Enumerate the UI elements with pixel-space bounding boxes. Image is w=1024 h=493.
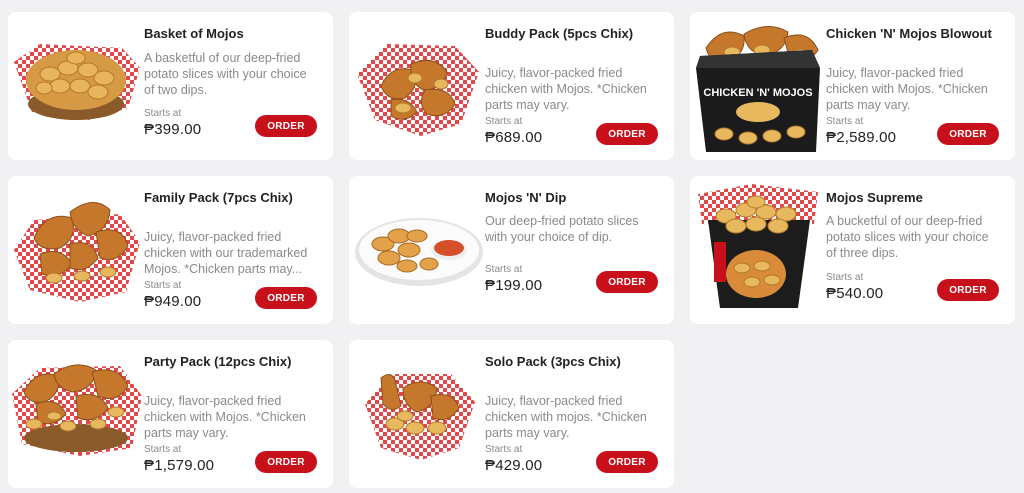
order-button[interactable]: ORDER — [255, 451, 317, 473]
product-title: Family Pack (7pcs Chix) — [144, 190, 293, 205]
product-card-mojos-supreme[interactable]: Mojos Supreme A bucketful of our deep-fr… — [690, 176, 1015, 324]
product-price: ₱2,589.00 — [826, 129, 897, 146]
starts-at-label: Starts at — [485, 264, 523, 275]
order-button[interactable]: ORDER — [937, 279, 999, 301]
order-button[interactable]: ORDER — [937, 123, 999, 145]
product-description: Juicy, flavor-packed fried chicken with … — [144, 394, 306, 440]
svg-text:CHICKEN 'N' MOJOS: CHICKEN 'N' MOJOS — [703, 87, 812, 99]
product-title: Mojos 'N' Dip — [485, 190, 567, 205]
product-price: ₱689.00 — [485, 129, 543, 146]
product-title: Mojos Supreme — [826, 190, 923, 205]
product-card-buddy-pack[interactable]: Buddy Pack (5pcs Chix) Juicy, flavor-pac… — [349, 12, 674, 160]
product-card-basket-of-mojos[interactable]: Basket of Mojos A basketful of our deep-… — [8, 12, 333, 160]
product-title: Basket of Mojos — [144, 26, 244, 41]
product-card-solo-pack[interactable]: Solo Pack (3pcs Chix) Juicy, flavor-pack… — [349, 340, 674, 488]
starts-at-label: Starts at — [826, 116, 864, 127]
product-description: Juicy, flavor-packed fried chicken with … — [485, 66, 647, 112]
chicken-basket-image[interactable] — [351, 344, 483, 484]
product-price: ₱199.00 — [485, 277, 543, 294]
product-title: Chicken 'N' Mojos Blowout — [826, 26, 992, 41]
order-button[interactable]: ORDER — [255, 115, 317, 137]
chicken-basket-image[interactable] — [351, 16, 483, 156]
starts-at-label: Starts at — [144, 280, 182, 291]
product-price: ₱399.00 — [144, 121, 202, 138]
mojos-basket-image[interactable] — [10, 16, 142, 156]
product-description: A basketful of our deep-fried potato sli… — [144, 51, 307, 97]
product-card-family-pack[interactable]: Family Pack (7pcs Chix) Juicy, flavor-pa… — [8, 176, 333, 324]
product-title: Solo Pack (3pcs Chix) — [485, 354, 621, 369]
product-description: A bucketful of our deep-fried potato sli… — [826, 214, 989, 260]
product-description: Juicy, flavor-packed fried chicken with … — [485, 394, 647, 440]
order-button[interactable]: ORDER — [596, 271, 658, 293]
order-button[interactable]: ORDER — [255, 287, 317, 309]
product-title: Buddy Pack (5pcs Chix) — [485, 26, 634, 41]
chicken-basket-image[interactable] — [10, 344, 142, 484]
starts-at-label: Starts at — [485, 444, 523, 455]
product-card-party-pack[interactable]: Party Pack (12pcs Chix) Juicy, flavor-pa… — [8, 340, 333, 488]
product-card-mojos-n-dip[interactable]: Mojos 'N' Dip Our deep-fried potato slic… — [349, 176, 674, 324]
order-button[interactable]: ORDER — [596, 451, 658, 473]
blowout-box-image[interactable]: CHICKEN 'N' MOJOS — [692, 16, 824, 156]
mojos-bucket-image[interactable] — [692, 180, 824, 320]
product-title: Party Pack (12pcs Chix) — [144, 354, 292, 369]
chicken-basket-image[interactable] — [10, 180, 142, 320]
product-price: ₱949.00 — [144, 293, 202, 310]
starts-at-label: Starts at — [144, 444, 182, 455]
mojos-plate-image[interactable] — [351, 180, 483, 320]
product-description: Juicy, flavor-packed fried chicken with … — [826, 66, 988, 112]
product-description: Juicy, flavor-packed fried chicken with … — [144, 230, 308, 276]
order-button[interactable]: ORDER — [596, 123, 658, 145]
starts-at-label: Starts at — [826, 272, 864, 283]
starts-at-label: Starts at — [144, 108, 182, 119]
product-price: ₱429.00 — [485, 457, 543, 474]
starts-at-label: Starts at — [485, 116, 523, 127]
product-card-chicken-n-mojos-blowout[interactable]: CHICKEN 'N' MOJOS Chicken 'N' Mojos Blow… — [690, 12, 1015, 160]
product-price: ₱540.00 — [826, 285, 884, 302]
product-description: Our deep-fried potato slices with your c… — [485, 214, 639, 244]
product-price: ₱1,579.00 — [144, 457, 215, 474]
